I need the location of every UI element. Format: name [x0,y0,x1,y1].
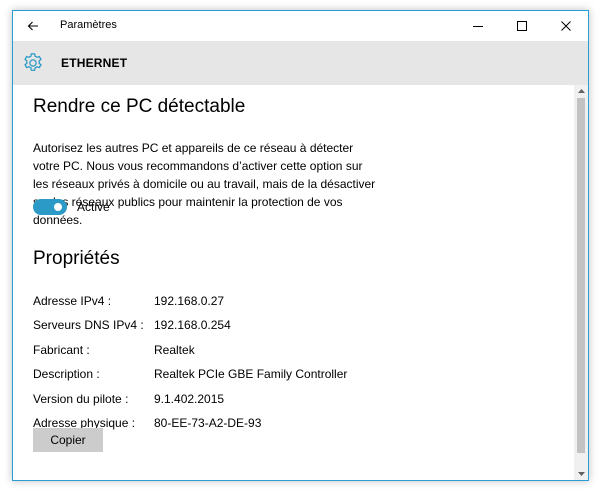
page-header: ETHERNET [13,41,588,85]
close-button[interactable] [544,11,588,41]
gear-icon [24,53,42,71]
minimize-icon [473,26,483,27]
property-value: Realtek [154,342,195,357]
properties-heading: Propriétés [33,248,120,269]
content-area: Rendre ce PC détectable Autorisez les au… [13,85,574,480]
maximize-icon [517,21,527,31]
property-value: 80-EE-73-A2-DE-93 [154,415,262,430]
close-icon [561,21,571,31]
scroll-up-button[interactable] [574,85,588,97]
property-row-ipv4: Adresse IPv4 : 192.168.0.27 [33,294,347,318]
property-label: Adresse IPv4 : [33,294,112,308]
property-label: Fabricant : [33,342,90,357]
scroll-thumb[interactable] [577,98,585,453]
minimize-button[interactable] [456,11,500,41]
property-value: 192.168.0.27 [154,294,225,308]
property-value: 192.168.0.254 [154,318,231,333]
settings-window: Paramètres ETHERNET Rendre ce PC détecta… [12,10,589,481]
property-row-driver-version: Version du pilote : 9.1.402.2015 [33,392,347,416]
copy-button[interactable]: Copier [33,428,103,452]
property-row-dns: Serveurs DNS IPv4 : 192.168.0.254 [33,318,347,342]
properties-list: Adresse IPv4 : 192.168.0.27 Serveurs DNS… [33,294,347,440]
property-row-manufacturer: Fabricant : Realtek [33,343,347,367]
arrow-left-icon [27,21,38,31]
chevron-down-icon [577,472,585,476]
discoverable-description: Autorisez les autres PC et appareils de … [33,141,376,227]
window-title: Paramètres [60,19,117,31]
discoverable-toggle-row: Activé [33,199,110,215]
property-label: Version du pilote : [33,391,129,406]
title-bar: Paramètres [13,11,588,41]
page-title: ETHERNET [61,56,128,70]
property-value: Realtek PCIe GBE Family Controller [154,367,348,382]
toggle-knob [54,203,62,211]
maximize-button[interactable] [500,11,544,41]
toggle-label: Activé [77,200,110,214]
property-row-description: Description : Realtek PCIe GBE Family Co… [33,367,347,391]
property-value: 9.1.402.2015 [154,391,225,406]
discoverable-toggle[interactable] [33,199,67,215]
property-label: Serveurs DNS IPv4 : [33,318,144,333]
back-button[interactable] [21,15,45,37]
property-label: Description : [33,367,100,382]
chevron-up-icon [577,89,585,93]
scroll-down-button[interactable] [574,468,588,480]
discoverable-heading: Rendre ce PC détectable [33,96,246,117]
vertical-scrollbar[interactable] [574,85,588,480]
